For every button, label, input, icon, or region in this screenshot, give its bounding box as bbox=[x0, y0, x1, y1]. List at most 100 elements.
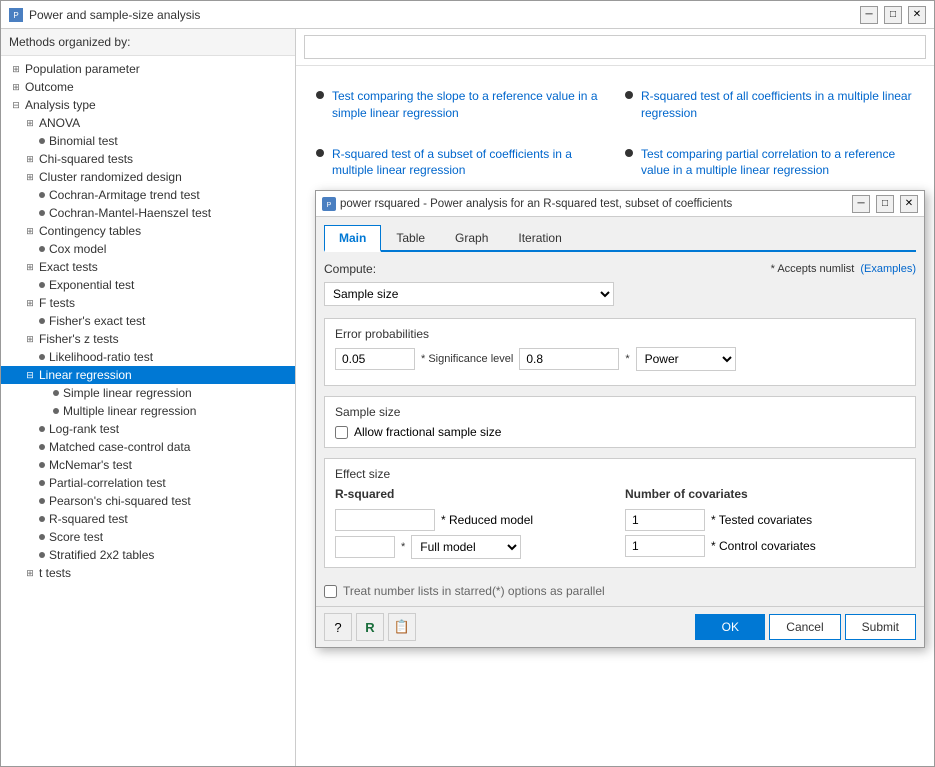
expand-icon: ⊞ bbox=[23, 152, 37, 166]
tree-item-simple-linear[interactable]: ⊞ Simple linear regression bbox=[1, 384, 295, 402]
tree-item-chi-squared[interactable]: ⊞ Chi-squared tests bbox=[1, 150, 295, 168]
tree-item-anova[interactable]: ⊞ ANOVA bbox=[1, 114, 295, 132]
tab-main[interactable]: Main bbox=[324, 225, 381, 252]
tree-item-analysis-type[interactable]: ⊟ Analysis type bbox=[1, 96, 295, 114]
tab-bar: Main Table Graph Iteration bbox=[324, 225, 916, 252]
tree-item-multiple-linear[interactable]: ⊞ Multiple linear regression bbox=[1, 402, 295, 420]
method-item-3[interactable]: R-squared test of a subset of coefficien… bbox=[306, 134, 615, 192]
main-titlebar: P Power and sample-size analysis ─ □ ✕ bbox=[1, 1, 934, 29]
tree-label: Population parameter bbox=[25, 62, 140, 76]
tree-item-binomial[interactable]: ⊞ Binomial test bbox=[1, 132, 295, 150]
close-button[interactable]: ✕ bbox=[908, 6, 926, 24]
tree-item-fishers-z[interactable]: ⊞ Fisher's z tests bbox=[1, 330, 295, 348]
tree-item-outcome[interactable]: ⊞ Outcome bbox=[1, 78, 295, 96]
tree-label: Log-rank test bbox=[49, 422, 119, 436]
method-bullet bbox=[316, 149, 324, 157]
method-item-2[interactable]: R-squared test of all coefficients in a … bbox=[615, 76, 924, 134]
tree-label: Partial-correlation test bbox=[49, 476, 166, 490]
numlist-text: * Accepts numlist bbox=[771, 263, 855, 275]
method-item-4[interactable]: Test comparing partial correlation to a … bbox=[615, 134, 924, 192]
tree-item-log-rank[interactable]: ⊞ Log-rank test bbox=[1, 420, 295, 438]
tab-table[interactable]: Table bbox=[381, 225, 440, 250]
tree-item-cluster[interactable]: ⊞ Cluster randomized design bbox=[1, 168, 295, 186]
tree-item-partial-corr[interactable]: ⊞ Partial-correlation test bbox=[1, 474, 295, 492]
tree-label: Binomial test bbox=[49, 134, 118, 148]
r-button[interactable]: R bbox=[356, 613, 384, 641]
tree-item-cox[interactable]: ⊞ Cox model bbox=[1, 240, 295, 258]
submit-button[interactable]: Submit bbox=[845, 614, 916, 640]
tree-item-r-squared[interactable]: ⊞ R-squared test bbox=[1, 510, 295, 528]
cancel-button[interactable]: Cancel bbox=[769, 614, 840, 640]
tree-label: Matched case-control data bbox=[49, 440, 190, 454]
tree-label: Fisher's exact test bbox=[49, 314, 145, 328]
control-covariates-input[interactable] bbox=[625, 535, 705, 557]
examples-link[interactable]: (Examples) bbox=[860, 263, 916, 275]
tested-covariates-input[interactable] bbox=[625, 509, 705, 531]
tree-item-linear-regression[interactable]: ⊟ Linear regression bbox=[1, 366, 295, 384]
significance-input[interactable] bbox=[335, 348, 415, 370]
expand-icon: ⊞ bbox=[9, 62, 23, 76]
tree-item-likelihood[interactable]: ⊞ Likelihood-ratio test bbox=[1, 348, 295, 366]
tree-item-pearsons-chi[interactable]: ⊞ Pearson's chi-squared test bbox=[1, 492, 295, 510]
tree-container[interactable]: ⊞ Population parameter ⊞ Outcome ⊟ Analy… bbox=[1, 56, 295, 766]
full-model-input[interactable] bbox=[335, 536, 395, 558]
tree-item-contingency[interactable]: ⊞ Contingency tables bbox=[1, 222, 295, 240]
tab-iteration[interactable]: Iteration bbox=[503, 225, 576, 250]
leaf-icon bbox=[39, 552, 45, 558]
tree-label: Linear regression bbox=[39, 368, 132, 382]
tree-label: R-squared test bbox=[49, 512, 128, 526]
tree-label: Score test bbox=[49, 530, 103, 544]
tab-graph[interactable]: Graph bbox=[440, 225, 503, 250]
tested-covariates-label: * Tested covariates bbox=[711, 513, 812, 527]
minimize-button[interactable]: ─ bbox=[860, 6, 878, 24]
tree-label: ANOVA bbox=[39, 116, 80, 130]
ok-button[interactable]: OK bbox=[695, 614, 765, 640]
leaf-icon bbox=[39, 480, 45, 486]
tree-item-mcnemar[interactable]: ⊞ McNemar's test bbox=[1, 456, 295, 474]
maximize-button[interactable]: □ bbox=[884, 6, 902, 24]
tree-label: t tests bbox=[39, 566, 71, 580]
full-model-select[interactable]: Full model Incremental bbox=[411, 535, 521, 559]
filter-input[interactable] bbox=[304, 35, 926, 59]
control-covariates-row: * Control covariates bbox=[625, 535, 905, 557]
covariates-title: Number of covariates bbox=[625, 487, 905, 501]
copy-button[interactable]: 📋 bbox=[388, 613, 416, 641]
tree-label: Simple linear regression bbox=[63, 386, 192, 400]
tree-item-score[interactable]: ⊞ Score test bbox=[1, 528, 295, 546]
dialog-close-button[interactable]: ✕ bbox=[900, 195, 918, 213]
tree-item-population[interactable]: ⊞ Population parameter bbox=[1, 60, 295, 78]
power-input[interactable] bbox=[519, 348, 619, 370]
fractional-checkbox[interactable] bbox=[335, 426, 348, 439]
method-text: Test comparing the slope to a reference … bbox=[332, 88, 605, 122]
power-select[interactable]: Power Beta bbox=[636, 347, 736, 371]
dialog-minimize-button[interactable]: ─ bbox=[852, 195, 870, 213]
tree-item-cochran-mantel[interactable]: ⊞ Cochran-Mantel-Haenszel test bbox=[1, 204, 295, 222]
tree-item-cochran-armitage[interactable]: ⊞ Cochran-Armitage trend test bbox=[1, 186, 295, 204]
tested-covariates-row: * Tested covariates bbox=[625, 509, 905, 531]
parallel-checkbox[interactable] bbox=[324, 585, 337, 598]
tree-item-exact[interactable]: ⊞ Exact tests bbox=[1, 258, 295, 276]
expand-icon: ⊟ bbox=[23, 368, 37, 382]
expand-icon: ⊞ bbox=[23, 116, 37, 130]
tree-label: Chi-squared tests bbox=[39, 152, 133, 166]
error-prob-row: * Significance level * Power Beta bbox=[335, 347, 905, 371]
dialog-maximize-button[interactable]: □ bbox=[876, 195, 894, 213]
leaf-icon bbox=[53, 390, 59, 396]
reduced-model-input[interactable] bbox=[335, 509, 435, 531]
tree-item-fishers-exact[interactable]: ⊞ Fisher's exact test bbox=[1, 312, 295, 330]
fractional-checkbox-row: Allow fractional sample size bbox=[335, 425, 905, 439]
leaf-icon bbox=[39, 462, 45, 468]
leaf-icon bbox=[39, 282, 45, 288]
tree-item-matched-case[interactable]: ⊞ Matched case-control data bbox=[1, 438, 295, 456]
tree-item-f-tests[interactable]: ⊞ F tests bbox=[1, 294, 295, 312]
method-item-1[interactable]: Test comparing the slope to a reference … bbox=[306, 76, 615, 134]
tree-label: Exponential test bbox=[49, 278, 134, 292]
help-button[interactable]: ? bbox=[324, 613, 352, 641]
methods-grid: Test comparing the slope to a reference … bbox=[296, 66, 934, 201]
tree-item-stratified[interactable]: ⊞ Stratified 2x2 tables bbox=[1, 546, 295, 564]
compute-select[interactable]: Sample size Power Effect size bbox=[324, 282, 614, 306]
tree-item-exponential[interactable]: ⊞ Exponential test bbox=[1, 276, 295, 294]
tree-item-t-tests[interactable]: ⊞ t tests bbox=[1, 564, 295, 582]
tree-label: Fisher's z tests bbox=[39, 332, 119, 346]
expand-icon: ⊞ bbox=[23, 332, 37, 346]
